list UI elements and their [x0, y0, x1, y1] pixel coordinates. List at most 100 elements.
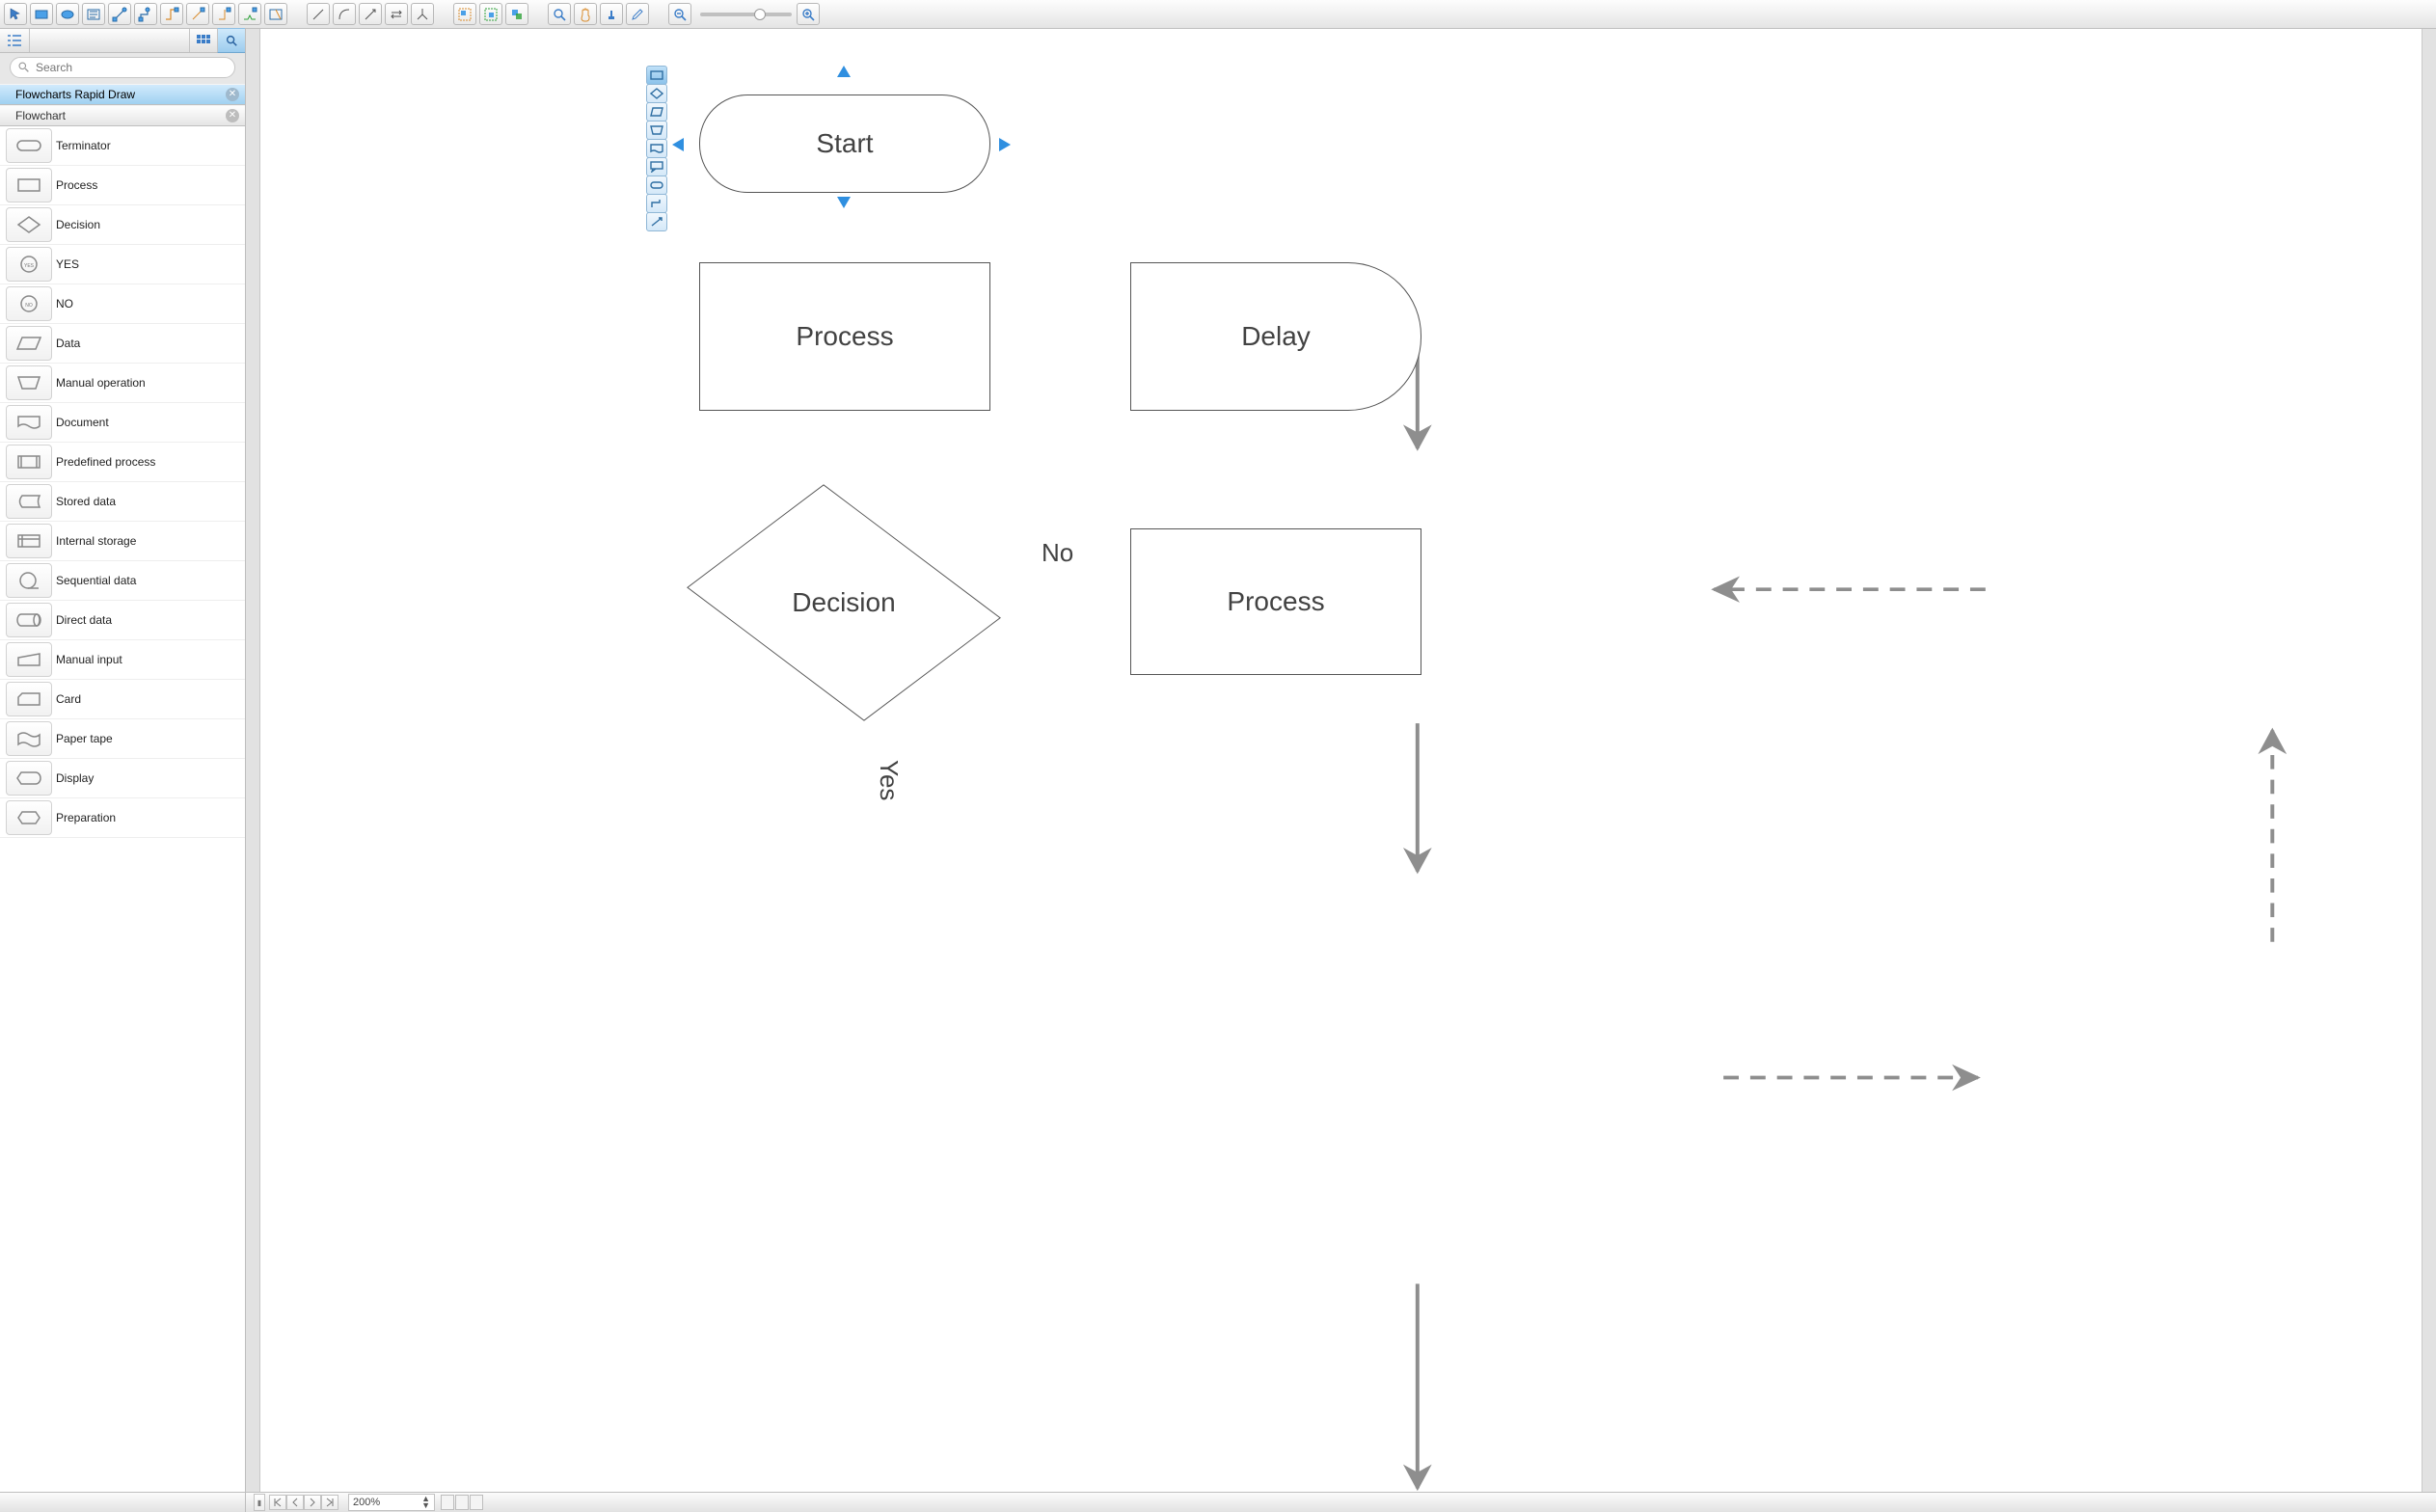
shape-display[interactable]: Display: [0, 759, 245, 798]
manualin-icon: [6, 642, 52, 677]
page-last-btn[interactable]: [321, 1495, 338, 1510]
node-process-1[interactable]: Process: [699, 262, 990, 411]
qp-process[interactable]: [646, 66, 667, 85]
search-input[interactable]: [10, 57, 235, 78]
lib-title-flow: Flowchart: [15, 109, 66, 122]
yes-icon: YES: [6, 247, 52, 282]
shape-document[interactable]: Document: [0, 403, 245, 443]
tool-line-bi[interactable]: [385, 3, 408, 25]
tool-curve[interactable]: [333, 3, 356, 25]
page-prev-btn[interactable]: [286, 1495, 304, 1510]
canvas-left-gutter: [246, 29, 260, 1492]
shape-process[interactable]: Process: [0, 166, 245, 205]
qp-line-connector[interactable]: [646, 212, 667, 231]
no-icon: NO: [6, 286, 52, 321]
preparation-icon: [6, 800, 52, 835]
zoom-in-btn[interactable]: [797, 3, 820, 25]
view-mode-tabs[interactable]: [441, 1495, 483, 1510]
qp-terminator[interactable]: [646, 176, 667, 195]
svg-text:YES: YES: [24, 263, 35, 269]
manualop-icon: [6, 365, 52, 400]
shape-decision[interactable]: Decision: [0, 205, 245, 245]
tool-rect[interactable]: [30, 3, 53, 25]
search-icon: [17, 61, 30, 73]
tool-connector-5[interactable]: [212, 3, 235, 25]
drawing-canvas[interactable]: Start Process Delay Process Decision No …: [260, 29, 2422, 1492]
tool-zoom[interactable]: [548, 3, 571, 25]
document-icon: [6, 405, 52, 440]
side-bottom-bar: [0, 1492, 245, 1512]
status-handle[interactable]: ▮: [254, 1494, 265, 1511]
tool-arrows-multi[interactable]: [411, 3, 434, 25]
sel-handle-left[interactable]: [672, 138, 684, 151]
tool-pan-hand[interactable]: [574, 3, 597, 25]
tool-connector-3[interactable]: [160, 3, 183, 25]
shape-predefined-process[interactable]: Predefined process: [0, 443, 245, 482]
tool-line-1[interactable]: [307, 3, 330, 25]
display-icon: [6, 761, 52, 796]
grid-view-btn[interactable]: [189, 29, 217, 52]
search-tab[interactable]: [217, 28, 245, 53]
page-first-btn[interactable]: [269, 1495, 286, 1510]
edge-label-yes: Yes: [874, 760, 904, 800]
shape-terminator[interactable]: Terminator: [0, 126, 245, 166]
qp-callout[interactable]: [646, 157, 667, 176]
tool-pointer[interactable]: [4, 3, 27, 25]
tool-connector-2[interactable]: [134, 3, 157, 25]
shape-yes[interactable]: YESYES: [0, 245, 245, 284]
tool-group-3[interactable]: [505, 3, 528, 25]
sel-handle-top[interactable]: [837, 66, 851, 77]
node-delay[interactable]: Delay: [1130, 262, 1421, 411]
qp-data[interactable]: [646, 102, 667, 122]
tool-group-2[interactable]: [479, 3, 502, 25]
shape-card[interactable]: Card: [0, 680, 245, 719]
lib-header-rapid-draw[interactable]: Flowcharts Rapid Draw ✕: [0, 84, 245, 105]
side-panel: Flowcharts Rapid Draw ✕ Flowchart ✕ Term…: [0, 29, 246, 1512]
page-next-btn[interactable]: [304, 1495, 321, 1510]
shape-paper-tape[interactable]: Paper tape: [0, 719, 245, 759]
tool-text[interactable]: [82, 3, 105, 25]
stepper-icon[interactable]: ▲▼: [421, 1496, 430, 1509]
process-icon: [6, 168, 52, 202]
node-start[interactable]: Start: [699, 94, 990, 193]
zoom-slider[interactable]: [700, 13, 792, 16]
shape-manual-input[interactable]: Manual input: [0, 640, 245, 680]
shape-no[interactable]: NONO: [0, 284, 245, 324]
qp-orth-connector[interactable]: [646, 194, 667, 213]
sel-handle-bottom[interactable]: [837, 197, 851, 208]
close-lib-icon[interactable]: ✕: [226, 109, 239, 122]
zoom-value-field[interactable]: 200% ▲▼: [348, 1494, 435, 1511]
lib-header-flowchart[interactable]: Flowchart ✕: [0, 105, 245, 126]
tool-line-arrow[interactable]: [359, 3, 382, 25]
shape-direct-data[interactable]: Direct data: [0, 601, 245, 640]
sel-handle-right[interactable]: [999, 138, 1011, 151]
svg-text:NO: NO: [25, 303, 33, 309]
shape-data[interactable]: Data: [0, 324, 245, 364]
tool-connector-1[interactable]: [108, 3, 131, 25]
shape-stored-data[interactable]: Stored data: [0, 482, 245, 522]
edge-label-no: No: [1042, 538, 1073, 568]
canvas-right-gutter: [2422, 29, 2436, 1492]
node-process-2[interactable]: Process: [1130, 528, 1421, 675]
tool-stamp[interactable]: [600, 3, 623, 25]
shape-internal-storage[interactable]: Internal storage: [0, 522, 245, 561]
decision-icon: [6, 207, 52, 242]
tool-connector-6[interactable]: [238, 3, 261, 25]
top-toolbar: [0, 0, 2436, 29]
zoom-out-btn[interactable]: [668, 3, 691, 25]
tool-pencil[interactable]: [626, 3, 649, 25]
tool-connector-4[interactable]: [186, 3, 209, 25]
qp-decision[interactable]: [646, 84, 667, 103]
close-lib-icon[interactable]: ✕: [226, 88, 239, 101]
shape-manual-operation[interactable]: Manual operation: [0, 364, 245, 403]
tool-ellipse[interactable]: [56, 3, 79, 25]
tool-connector-7[interactable]: [264, 3, 287, 25]
tool-group-1[interactable]: [453, 3, 476, 25]
qp-manualop[interactable]: [646, 121, 667, 140]
stored-icon: [6, 484, 52, 519]
shape-sequential-data[interactable]: Sequential data: [0, 561, 245, 601]
qp-document[interactable]: [646, 139, 667, 158]
tree-view-btn[interactable]: [0, 29, 30, 52]
shape-preparation[interactable]: Preparation: [0, 798, 245, 838]
node-decision[interactable]: Decision: [690, 485, 998, 720]
